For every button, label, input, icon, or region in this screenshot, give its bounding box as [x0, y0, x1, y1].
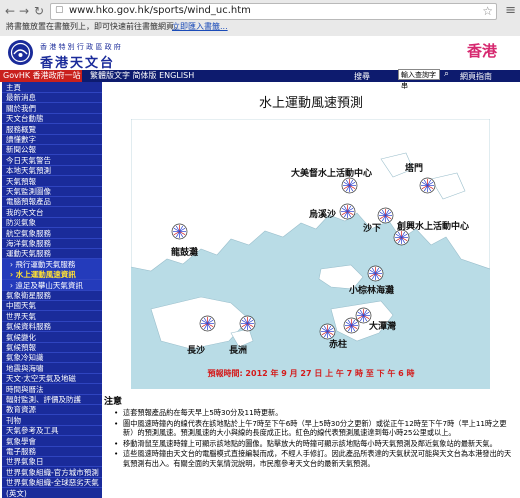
sidebar-item[interactable]: 天文‧太空天氣及地磁 [2, 373, 102, 385]
sidebar-item[interactable]: 本地天氣預測 [2, 165, 102, 177]
sidebar-item[interactable]: 電腦預報產品 [2, 196, 102, 208]
note-item: 圖中風速時鐘內的線代表在該地點於上午7時至下午6時（早上5時30分之更新）或從正… [114, 419, 514, 438]
wind-clock-icon[interactable] [199, 315, 216, 332]
address-bar[interactable]: ▢ www.hko.gov.hk/sports/wind_uc.htm ☆ [50, 3, 497, 20]
sidebar-item[interactable]: 防災氣象 [2, 217, 102, 229]
org-name-small: 香 港 特 別 行 政 區 政 府 [40, 43, 121, 51]
import-bookmarks-link[interactable]: 立即匯入書籤... [172, 21, 228, 32]
sidebar: 主頁 最新消息 關於我們 天文台動態 服務概覽 讀懂數字 新聞公報 今日天氣警告 本地天氣預測天… [2, 82, 102, 498]
bookmarks-hint: 將書籤放置在書籤列上，即可快速前往書籤網頁。 [6, 22, 182, 31]
sidebar-item[interactable]: 天氣監測圖像 [2, 186, 102, 197]
sidebar-item[interactable]: 世界氣象組織-全球惡劣天氣 [2, 477, 102, 489]
brand-hk-logo[interactable]: 香港 [467, 40, 497, 61]
url-text: www.hko.gov.hk/sports/wind_uc.htm [69, 5, 251, 16]
forecast-validity: 預報時間: 2012 年 9 月 27 日 上 午 7 時 至 下 午 6 時 [207, 369, 415, 378]
sidebar-item[interactable]: 最新消息 [2, 92, 102, 104]
map-label: 烏溪沙 [309, 210, 337, 220]
map-label: 大潭灣 [369, 322, 397, 332]
map-label: 小棕林海灘 [349, 286, 395, 296]
sidebar-item[interactable]: 天氣參考及工具 [2, 425, 102, 437]
sidebar-item[interactable]: 我的天文台 [2, 207, 102, 218]
wind-clock-icon[interactable] [393, 229, 410, 246]
sidebar-item[interactable]: 氣候資料服務 [2, 321, 102, 333]
hko-logo-icon[interactable] [8, 40, 33, 65]
wind-clock-icon[interactable] [367, 265, 384, 282]
note-item: 這套預報產品約在每天早上5時30分及11時更新。 [114, 408, 514, 418]
wind-clock-icon[interactable] [341, 177, 358, 194]
wind-clock-icon[interactable] [339, 203, 356, 220]
sidebar-item[interactable]: 刊物 [2, 415, 102, 426]
map-label: 長洲 [229, 346, 248, 356]
map-label: 龍鼓灘 [171, 248, 199, 258]
sidebar-item[interactable]: 中國天氣 [2, 300, 102, 312]
sidebar-item[interactable]: 時間與曆法 [2, 384, 102, 395]
page-icon: ▢ [55, 5, 64, 15]
sidebar-item[interactable]: 教育資源 [2, 404, 102, 416]
sidebar-item[interactable]: 天文台動態 [2, 113, 102, 125]
sidebar-item[interactable]: 地震與海嘯 [2, 363, 102, 374]
sidebar-item[interactable]: (英文) [2, 488, 102, 498]
note-item: 這些風速時鐘由天文台的電腦模式直接編製而成，不經人手修訂。因此產品所表達的天氣狀… [114, 449, 514, 468]
sidebar-item[interactable]: 輻射監測、評價及防護 [2, 394, 102, 405]
notes-title: 注意 [104, 397, 123, 407]
sidebar-item[interactable]: 氣象冷知識 [2, 352, 102, 364]
sidebar-item[interactable]: › 飛行運動天氣服務 [2, 258, 102, 270]
sidebar-item[interactable]: 世界氣象組織-官方城市預測 [2, 467, 102, 478]
sidebar-item[interactable]: › 水上運動風速資訊 [2, 269, 102, 281]
map-label: 長沙 [187, 346, 206, 356]
utility-bar: 搜尋 輸入查詢字串 ⌕ 網頁指南 [0, 69, 520, 90]
site-header: 香 港 特 別 行 政 區 政 府 香港天文台 香港 [0, 36, 520, 71]
sidebar-item[interactable]: 運動天氣服務 [2, 248, 102, 260]
sidebar-item[interactable]: 電子服務 [2, 446, 102, 457]
wind-clock-icon[interactable] [239, 315, 256, 332]
hko-logo-mark [10, 42, 31, 63]
sidebar-item[interactable]: 氣候預報 [2, 342, 102, 353]
wind-clock-icon[interactable] [171, 223, 188, 240]
wind-clock-icon[interactable] [377, 207, 394, 224]
sidebar-item[interactable]: 氣候變化 [2, 332, 102, 343]
reload-icon[interactable]: ↻ [33, 5, 45, 17]
notes-list: 這套預報產品約在每天早上5時30分及11時更新。圖中風速時鐘內的線代表在該地點於… [114, 408, 514, 470]
org-name: 香港天文台 [40, 56, 116, 71]
forward-icon[interactable]: → [18, 5, 30, 17]
sidebar-item[interactable]: 今日天氣警告 [2, 155, 102, 166]
sidebar-item[interactable]: 服務概覽 [2, 124, 102, 135]
menu-icon[interactable]: ≡ [505, 3, 516, 18]
back-icon[interactable]: ← [4, 5, 16, 17]
sidebar-item[interactable]: 世界天氣 [2, 311, 102, 322]
sidebar-item[interactable]: 新聞公報 [2, 144, 102, 156]
wind-clock-icon[interactable] [319, 323, 336, 340]
search-icon[interactable]: ⌕ [444, 69, 455, 80]
bookmarks-bar: 將書籤放置在書籤列上，即可快速前往書籤網頁。 立即匯入書籤... [0, 20, 520, 34]
note-item: 移動滑鼠至風速時鐘上可顯示該地點的圖像。點擊放大的時鐘可顯示該地點每小時天氣預測… [114, 439, 514, 449]
wind-map: 大美督水上活動中心 塔門 烏溪沙 沙下 創興水上活動中心 龍鼓灘 小棕林海灘 大潭灣 赤柱 長沙長… [131, 119, 490, 389]
sidebar-item[interactable]: 世界氣象日 [2, 456, 102, 468]
wind-clock-icon[interactable] [419, 177, 436, 194]
map-label: 大美督水上活動中心 [291, 169, 373, 179]
sidebar-item[interactable]: 氣象衛星服務 [2, 290, 102, 301]
sidebar-item[interactable]: › 遠足及攀山天氣資訊 [2, 279, 102, 291]
map-label: 塔門 [405, 164, 424, 174]
sidebar-item[interactable]: 天氣預報 [2, 176, 102, 187]
web-guide-link[interactable]: 網頁指南 [460, 71, 492, 82]
page-title: 水上運動風速預測 [258, 96, 363, 111]
sidebar-item[interactable]: 讀懂數字 [2, 134, 102, 145]
sidebar-item[interactable]: 氣象學會 [2, 436, 102, 447]
browser-chrome: ← → ↻ ▢ www.hko.gov.hk/sports/wind_uc.ht… [0, 0, 520, 37]
sidebar-item[interactable]: 海洋氣象服務 [2, 238, 102, 249]
wind-clock-icon[interactable] [355, 307, 372, 324]
search-input[interactable]: 輸入查詢字串 [398, 69, 440, 90]
sidebar-item[interactable]: 航空氣象服務 [2, 228, 102, 239]
search-label: 搜尋 [354, 72, 370, 81]
sidebar-item[interactable]: 關於我們 [2, 103, 102, 114]
sidebar-item[interactable]: 主頁 [2, 82, 102, 93]
bookmark-star-icon[interactable]: ☆ [482, 4, 493, 18]
